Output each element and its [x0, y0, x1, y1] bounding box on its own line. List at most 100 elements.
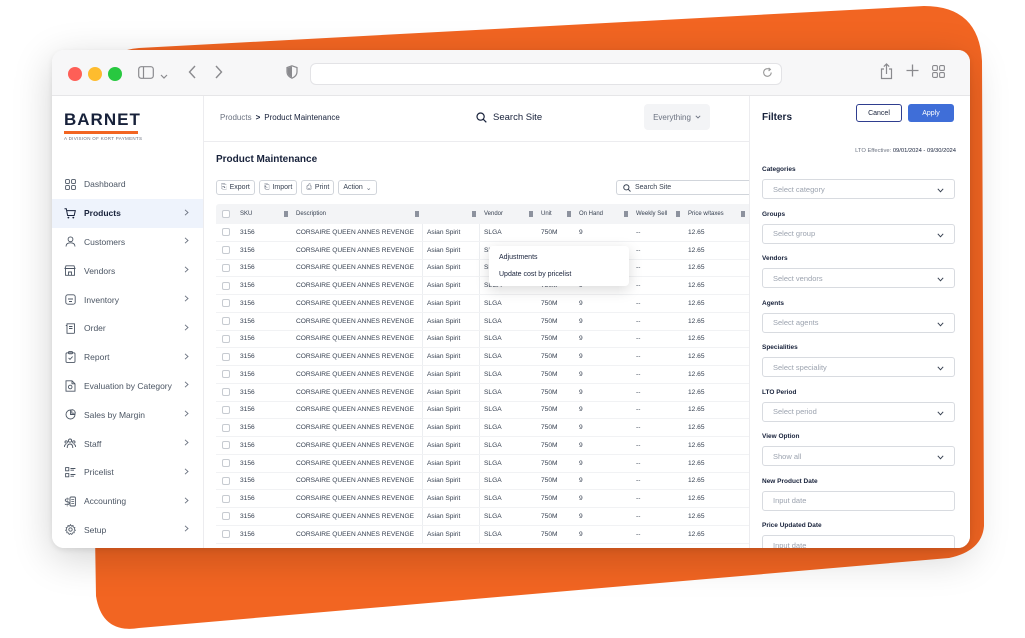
brand-logo[interactable]: BARNET A DIVISION OF KORT PAYMENTS [52, 96, 203, 170]
close-window-button[interactable] [68, 67, 82, 81]
column-header-description[interactable]: Description [292, 204, 423, 224]
date-input[interactable]: Input date [762, 490, 955, 511]
select-all-checkbox[interactable] [222, 210, 230, 218]
row-checkbox[interactable] [222, 352, 230, 361]
column-header-weekly-sell[interactable]: Weekly Sell [632, 204, 684, 224]
table-row[interactable]: 3156 CORSAIRE QUEEN ANNES REVENGE Asian Sp… [216, 330, 749, 349]
cancel-button[interactable]: Cancel [856, 104, 902, 122]
row-checkbox[interactable] [222, 512, 230, 521]
filter-select[interactable]: Select period [762, 401, 955, 422]
row-checkbox[interactable] [222, 263, 230, 272]
table-row[interactable]: 3156 CORSAIRE QUEEN ANNES REVENGE Asian Sp… [216, 312, 749, 331]
filter-select[interactable]: Select category [762, 179, 955, 199]
filter-select[interactable]: Show all [762, 446, 955, 466]
print-button[interactable]: ⎙ Print [301, 180, 335, 195]
table-row[interactable]: 3156 CORSAIRE QUEEN ANNES REVENGE Asian Sp… [216, 508, 749, 526]
privacy-shield-icon[interactable] [286, 65, 298, 82]
row-checkbox[interactable] [222, 246, 230, 255]
site-search[interactable]: Search Site [476, 112, 542, 123]
forward-icon[interactable] [214, 65, 223, 82]
table-row[interactable]: 3156 CORSAIRE QUEEN ANNES REVENGE Asian Sp… [216, 525, 749, 544]
table-search-input[interactable]: Search Site [616, 180, 749, 195]
chevron-down-icon[interactable] [160, 68, 168, 83]
table-row[interactable]: 3156 CORSAIRE QUEEN ANNES REVENGE Asian Sp… [216, 454, 749, 473]
table-row[interactable]: 3156 CORSAIRE QUEEN ANNES REVENGE Asian Sp… [216, 295, 749, 313]
sidebar-item-table-reservations[interactable]: Table Reservations [52, 544, 203, 548]
drag-handle-icon[interactable] [415, 211, 419, 217]
table-row[interactable]: 3156 CORSAIRE QUEEN ANNES REVENGE Asian Sp… [216, 277, 749, 295]
sidebar-item-customers[interactable]: Customers [52, 228, 203, 257]
table-row[interactable]: 3156 CORSAIRE QUEEN ANNES REVENGE Asian Sp… [216, 241, 749, 260]
row-checkbox[interactable] [222, 281, 230, 290]
sidebar-item-setup[interactable]: Setup [52, 516, 203, 545]
table-row[interactable]: 3156 CORSAIRE QUEEN ANNES REVENGE Asian Sp… [216, 259, 749, 278]
row-checkbox[interactable] [222, 494, 230, 503]
table-row[interactable]: 3156 CORSAIRE QUEEN ANNES REVENGE Asian Sp… [216, 472, 749, 491]
row-checkbox[interactable] [222, 405, 230, 414]
sidebar-item-report[interactable]: Report [52, 343, 203, 372]
address-bar[interactable] [310, 63, 782, 85]
drag-handle-icon[interactable] [472, 211, 476, 217]
column-header-price-w-taxes[interactable]: Price w/taxes [684, 204, 749, 224]
sidebar-item-order[interactable]: Order [52, 314, 203, 343]
column-header-sku[interactable]: SKU [236, 204, 292, 224]
tab-overview-icon[interactable] [932, 65, 945, 81]
row-checkbox[interactable] [222, 388, 230, 397]
column-header-vendor[interactable]: Vendor [480, 204, 537, 224]
sidebar-item-dashboard[interactable]: Dashboard [52, 170, 203, 199]
reload-icon[interactable] [762, 67, 773, 81]
sidebar-toggle-icon[interactable] [138, 66, 154, 82]
column-header-category[interactable] [423, 204, 480, 224]
table-row[interactable]: 3156 CORSAIRE QUEEN ANNES REVENGE Asian Sp… [216, 366, 749, 384]
row-checkbox[interactable] [222, 459, 230, 468]
row-checkbox[interactable] [222, 317, 230, 326]
table-row[interactable]: 3156 CORSAIRE QUEEN ANNES REVENGE Asian Sp… [216, 348, 749, 366]
import-button[interactable]: ⎗ Import [258, 180, 298, 195]
table-row[interactable]: 3156 CORSAIRE QUEEN ANNES REVENGE Asian Sp… [216, 419, 749, 437]
sidebar-item-products[interactable]: Products [52, 198, 203, 228]
table-row[interactable]: 3156 CORSAIRE QUEEN ANNES REVENGE Asian Sp… [216, 401, 749, 420]
action-menu-item-adjustments[interactable]: Adjustments [489, 249, 629, 266]
row-checkbox[interactable] [222, 228, 230, 237]
row-checkbox[interactable] [222, 299, 230, 308]
row-checkbox[interactable] [222, 423, 230, 432]
table-row[interactable]: 3156 CORSAIRE QUEEN ANNES REVENGE Asian Sp… [216, 490, 749, 508]
drag-handle-icon[interactable] [567, 211, 571, 217]
drag-handle-icon[interactable] [741, 211, 745, 217]
sidebar-item-evaluation-by-category[interactable]: Evaluation by Category [52, 372, 203, 401]
table-row[interactable]: 3156 CORSAIRE QUEEN ANNES REVENGE Asian Sp… [216, 383, 749, 402]
drag-handle-icon[interactable] [676, 211, 680, 217]
row-checkbox[interactable] [222, 476, 230, 485]
new-tab-icon[interactable] [906, 64, 919, 80]
row-checkbox[interactable] [222, 530, 230, 539]
filter-select[interactable]: Select agents [762, 312, 955, 333]
breadcrumb-products[interactable]: Products [220, 113, 252, 122]
export-button[interactable]: ⎘ Export [216, 180, 255, 195]
filter-select[interactable]: Select group [762, 223, 955, 244]
date-input[interactable]: Input date [762, 535, 955, 548]
drag-handle-icon[interactable] [529, 211, 533, 217]
sidebar-item-inventory[interactable]: Inventory [52, 285, 203, 314]
action-button[interactable]: Action ⌄ [338, 180, 377, 195]
column-header-on-hand[interactable]: On Hand [575, 204, 632, 224]
action-menu-item-update-cost-by-pricelist[interactable]: Update cost by pricelist [489, 266, 629, 283]
sidebar-item-staff[interactable]: Staff [52, 429, 203, 458]
table-row[interactable]: 3156 CORSAIRE QUEEN ANNES REVENGE Asian Sp… [216, 437, 749, 455]
sidebar-item-pricelist[interactable]: Pricelist [52, 458, 203, 487]
back-icon[interactable] [188, 65, 197, 82]
sidebar-item-accounting[interactable]: $ Accounting [52, 487, 203, 516]
sidebar-item-sales-by-margin[interactable]: Sales by Margin [52, 400, 203, 429]
drag-handle-icon[interactable] [624, 211, 628, 217]
maximize-window-button[interactable] [108, 67, 122, 81]
share-icon[interactable] [880, 63, 893, 83]
minimize-window-button[interactable] [88, 67, 102, 81]
column-header-unit[interactable]: Unit [537, 204, 575, 224]
sidebar-item-vendors[interactable]: Vendors [52, 256, 203, 285]
filter-select[interactable]: Select speciality [762, 357, 955, 377]
filter-select[interactable]: Select vendors [762, 268, 955, 288]
table-row[interactable]: 3156 CORSAIRE QUEEN ANNES REVENGE Asian Sp… [216, 224, 749, 242]
row-checkbox[interactable] [222, 441, 230, 450]
drag-handle-icon[interactable] [284, 211, 288, 217]
apply-button[interactable]: Apply [908, 104, 954, 122]
search-scope-select[interactable]: Everything [644, 104, 710, 130]
